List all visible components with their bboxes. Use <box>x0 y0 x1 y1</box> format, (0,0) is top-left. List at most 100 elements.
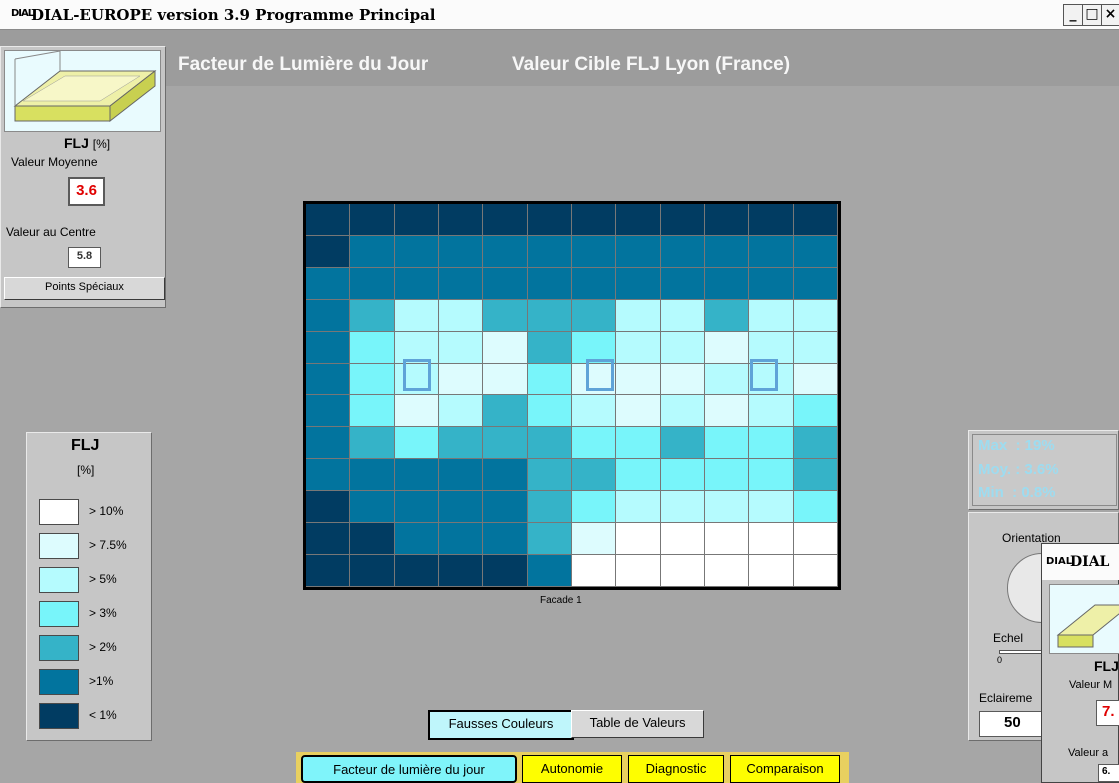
grid-cell <box>571 523 617 556</box>
grid-cell <box>394 235 439 268</box>
second-mean-label: Valeur M <box>1069 679 1113 691</box>
second-window-titlebar: DIAL DIAL <box>1042 544 1119 580</box>
grid-cell <box>483 427 528 460</box>
sensor-marker[interactable] <box>403 359 431 391</box>
sensor-marker[interactable] <box>750 359 778 391</box>
grid-cell <box>571 267 617 300</box>
grid-cell <box>306 491 351 524</box>
grid-cell <box>660 299 705 332</box>
second-room-thumbnail <box>1049 584 1119 654</box>
mean-value-label: Valeur Moyenne <box>11 155 98 169</box>
grid-cell <box>306 395 351 428</box>
close-button[interactable]: × <box>1101 4 1119 26</box>
grid-cell <box>438 491 484 524</box>
table-values-button[interactable]: Table de Valeurs <box>571 710 704 738</box>
stat-max: Max : 19% <box>978 437 1055 454</box>
grid-cell <box>616 491 661 524</box>
grid-cell <box>704 395 750 428</box>
grid-cell <box>527 491 572 524</box>
grid-cell <box>704 299 750 332</box>
facade-caption: Facade 1 <box>540 595 582 606</box>
grid-cell <box>616 331 661 364</box>
window-title: DIAL-EUROPE version 3.9 Programme Princi… <box>31 6 436 24</box>
grid-cell <box>793 331 838 364</box>
minimize-button[interactable]: _ <box>1063 4 1083 26</box>
tab-autonomy[interactable]: Autonomie <box>522 755 622 783</box>
grid-cell <box>483 299 528 332</box>
grid-cell <box>571 299 617 332</box>
grid-cell <box>483 491 528 524</box>
false-colors-button[interactable]: Fausses Couleurs <box>428 710 574 740</box>
grid-cell <box>483 267 528 300</box>
grid-cell <box>571 235 617 268</box>
grid-cell <box>527 267 572 300</box>
tab-daylight-factor[interactable]: Facteur de lumière du jour <box>301 755 517 783</box>
header-band: Facteur de Lumière du Jour Valeur Cible … <box>0 30 1119 86</box>
legend-swatch <box>39 703 79 729</box>
grid-cell <box>306 363 351 396</box>
grid-cell <box>704 491 750 524</box>
grid-cell <box>749 427 794 460</box>
grid-cell <box>483 555 528 587</box>
special-points-button[interactable]: Points Spéciaux <box>4 277 165 300</box>
grid-cell <box>616 459 661 492</box>
second-window-title: DIAL <box>1070 554 1110 570</box>
grid-cell <box>571 395 617 428</box>
second-logo-icon: DIAL <box>1046 556 1073 567</box>
legend-label: > 7.5% <box>89 538 127 552</box>
grid-cell <box>749 299 794 332</box>
stat-moy: Moy. : 3.6% <box>978 461 1059 478</box>
grid-cell <box>660 267 705 300</box>
grid-cell <box>527 395 572 428</box>
grid-cell <box>306 459 351 492</box>
second-center-field: 6. <box>1098 764 1119 782</box>
legend-swatch <box>39 601 79 627</box>
legend-label: > 3% <box>89 606 117 620</box>
mean-value-field: 3.6 <box>68 177 105 206</box>
grid-cell <box>438 235 484 268</box>
grid-cell <box>571 427 617 460</box>
legend-label: < 1% <box>89 708 117 722</box>
grid-cell <box>660 427 705 460</box>
grid-cell <box>616 235 661 268</box>
grid-cell <box>394 204 439 236</box>
grid-cell <box>350 331 395 364</box>
grid-cell <box>438 267 484 300</box>
grid-cell <box>660 523 705 556</box>
tab-comparison[interactable]: Comparaison <box>730 755 840 783</box>
grid-cell <box>350 204 395 236</box>
summary-panel: FLJ [%] Valeur Moyenne 3.6 Valeur au Cen… <box>0 46 166 308</box>
sensor-markers <box>403 344 778 391</box>
sensor-marker[interactable] <box>586 359 614 391</box>
header-title: Facteur de Lumière du Jour <box>178 54 429 75</box>
grid-cell <box>394 523 439 556</box>
grid-cell <box>350 427 395 460</box>
center-value-label: Valeur au Centre <box>6 225 96 239</box>
grid-cell <box>660 204 705 236</box>
grid-cell <box>616 267 661 300</box>
second-center-label: Valeur a <box>1068 747 1109 759</box>
second-window[interactable]: DIAL DIAL FLJ Valeur M 7. Valeur a 6. <box>1041 543 1119 783</box>
grid-cell <box>527 331 572 364</box>
grid-cell <box>306 267 351 300</box>
grid-cell <box>527 235 572 268</box>
grid-cell <box>438 395 484 428</box>
legend-swatch <box>39 499 79 525</box>
grid-cell <box>306 331 351 364</box>
grid-cell <box>350 299 395 332</box>
grid-cell <box>483 523 528 556</box>
tab-diagnostic[interactable]: Diagnostic <box>628 755 724 783</box>
grid-cell <box>704 267 750 300</box>
second-mean-field: 7. <box>1096 700 1119 726</box>
metric-label: FLJ [%] <box>64 135 111 151</box>
grid-cell <box>306 523 351 556</box>
grid-cell <box>616 204 661 236</box>
grid-cell <box>350 491 395 524</box>
legend-title: FLJ <box>71 437 100 454</box>
facade-grid <box>303 201 841 590</box>
grid-cell <box>394 459 439 492</box>
maximize-button[interactable]: □ <box>1082 4 1102 26</box>
grid-cell <box>749 555 794 587</box>
center-value-field: 5.8 <box>68 247 101 268</box>
grid-cell <box>793 204 838 236</box>
